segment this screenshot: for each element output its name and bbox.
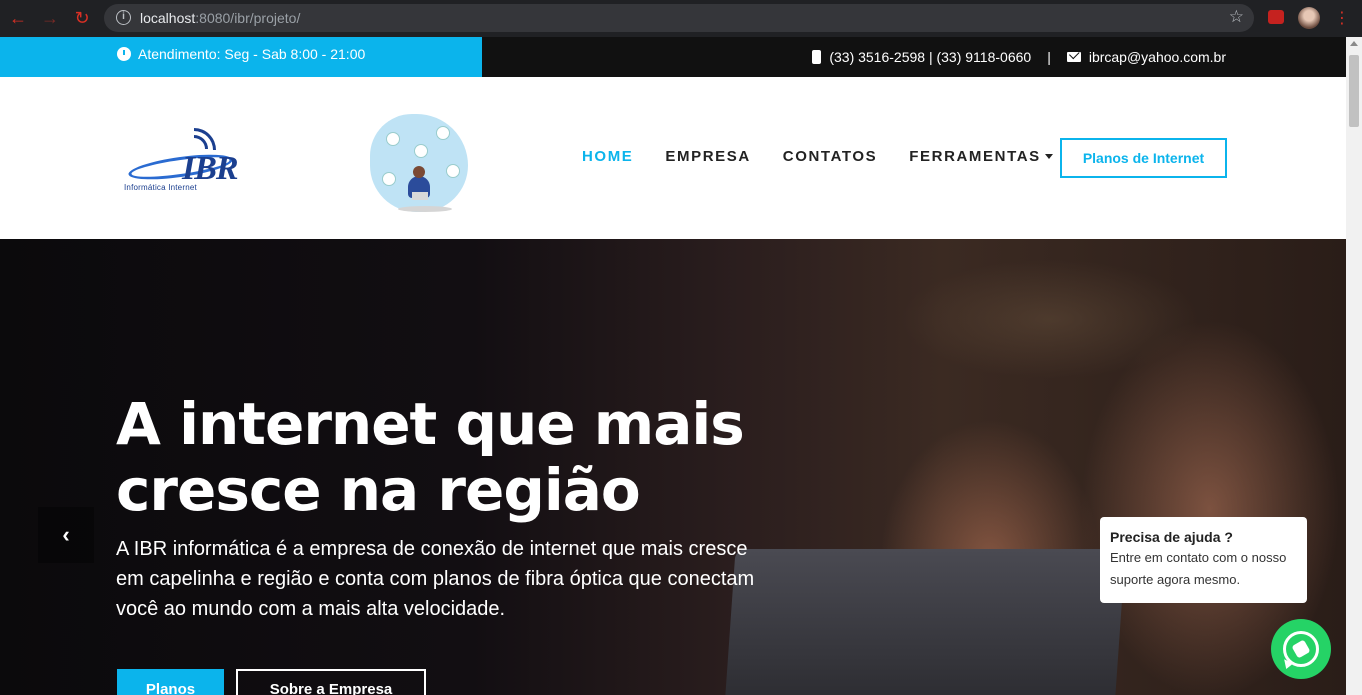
ibr-logo[interactable]: IBR Informática Internet (122, 122, 262, 192)
planos-internet-button[interactable]: Planos de Internet (1060, 138, 1227, 178)
url-text[interactable]: localhost:8080/ibr/projeto/ (140, 10, 300, 26)
business-hours: Atendimento: Seg - Sab 8:00 - 21:00 (0, 37, 482, 77)
nav-contatos[interactable]: CONTATOS (783, 148, 877, 165)
profile-avatar[interactable] (1298, 7, 1320, 29)
sobre-empresa-button[interactable]: Sobre a Empresa (236, 669, 426, 695)
whatsapp-icon (1283, 631, 1319, 667)
extension-icon[interactable] (1268, 10, 1284, 24)
nav-ferramentas[interactable]: FERRAMENTAS (909, 148, 1053, 165)
web-page: Atendimento: Seg - Sab 8:00 - 21:00 (33)… (0, 37, 1346, 695)
whatsapp-button[interactable] (1271, 619, 1331, 679)
planos-button[interactable]: Planos (117, 669, 224, 695)
help-popup: Precisa de ajuda ? Entre em contato com … (1100, 517, 1307, 603)
reload-icon[interactable]: ↻ (72, 8, 92, 28)
hero-banner: ‹ A internet que mais cresce na região A… (0, 239, 1346, 695)
envelope-icon (1066, 52, 1081, 62)
laptop-figure (412, 192, 428, 200)
back-arrow-icon[interactable]: ← (8, 8, 28, 28)
page-scrollbar[interactable] (1346, 37, 1362, 695)
social-network-illustration (370, 114, 468, 214)
logo-tagline: Informática Internet (124, 183, 197, 192)
hero-bg-laptop (724, 549, 1126, 695)
person-head (413, 166, 425, 178)
address-bar[interactable]: i localhost:8080/ibr/projeto/ ☆ (104, 4, 1254, 32)
avatar-bubble (386, 132, 400, 146)
browser-toolbar: ← → ↻ i localhost:8080/ibr/projeto/ ☆ ⋮ (0, 0, 1362, 37)
browser-menu-icon[interactable]: ⋮ (1334, 8, 1350, 28)
avatar-bubble (436, 126, 450, 140)
phone-numbers: (33) 3516-2598 | (33) 9118-0660 (829, 49, 1032, 65)
hero-title: A internet que mais cresce na região (116, 390, 745, 524)
forward-arrow-icon[interactable]: → (40, 8, 60, 28)
illustration-shadow (398, 206, 452, 212)
carousel-prev-icon[interactable]: ‹ (38, 507, 94, 563)
nav-empresa[interactable]: EMPRESA (665, 148, 750, 165)
avatar-bubble (382, 172, 396, 186)
nav-home[interactable]: HOME (582, 148, 633, 165)
phone-icon (812, 50, 822, 64)
scroll-thumb[interactable] (1349, 55, 1359, 127)
avatar-bubble (446, 164, 460, 178)
hero-description: A IBR informática é a empresa de conexão… (116, 538, 755, 620)
site-header: IBR Informática Internet HOME EMPRESA CO… (0, 77, 1346, 239)
nav-ferramentas-label: FERRAMENTAS (909, 148, 1041, 165)
divider: | (1047, 49, 1051, 65)
info-icon[interactable]: i (116, 10, 131, 25)
hours-text: Atendimento: Seg - Sab 8:00 - 21:00 (138, 46, 366, 62)
email-address[interactable]: ibrcap@yahoo.com.br (1089, 49, 1226, 65)
whatsapp-handset (1291, 639, 1311, 659)
main-nav: HOME EMPRESA CONTATOS FERRAMENTAS (582, 148, 1085, 165)
help-title: Precisa de ajuda ? (1110, 529, 1233, 545)
clock-icon (117, 47, 131, 61)
scroll-up-arrow-icon[interactable] (1350, 41, 1358, 46)
contact-info: (33) 3516-2598 | (33) 9118-0660 | ibrcap… (812, 49, 1226, 65)
avatar-bubble (414, 144, 428, 158)
top-info-bar: Atendimento: Seg - Sab 8:00 - 21:00 (33)… (0, 37, 1346, 77)
caret-down-icon (1044, 154, 1053, 159)
help-text: Entre em contato com o nosso suporte ago… (1110, 550, 1287, 587)
bookmark-star-icon[interactable]: ☆ (1229, 7, 1244, 27)
